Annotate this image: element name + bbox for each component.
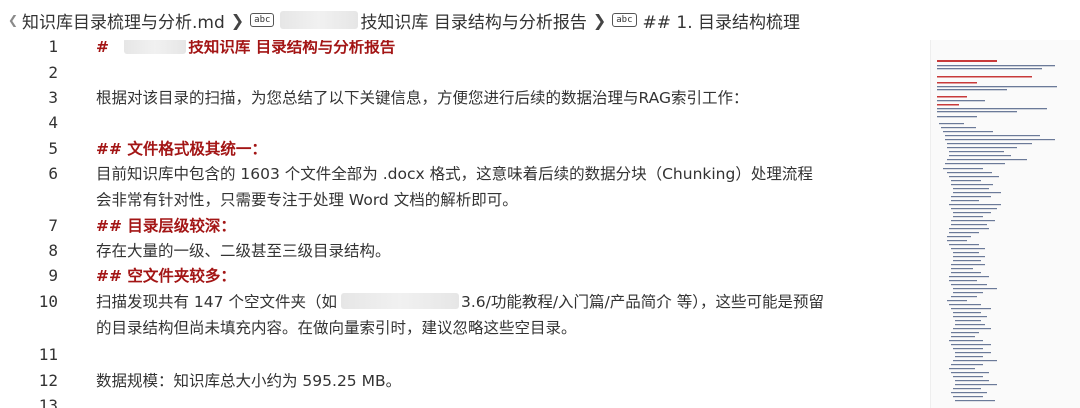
breadcrumb-separator-icon: ❯ [230,10,245,30]
line-text: ## 空文件夹较多： [96,267,236,285]
line-text-continuation: 会非常有针对性，只需要专注于处理 Word 文档的解析即可。 [96,191,518,209]
line-number: 10 [38,292,58,311]
line-text-continuation: 的目录结构但尚未填充内容。在做向量索引时，建议忽略这些空目录。 [96,319,577,337]
line-number: 2 [48,63,58,82]
editor-line[interactable]: 10 扫描发现共有 147 个空文件夹（如 3.6/功能教程/入门篇/产品简介 等… [0,289,930,315]
redacted-text [280,11,359,29]
minimap[interactable] [930,40,1080,408]
breadcrumb-file-label: 知识库目录梳理与分析.md [22,12,225,33]
breadcrumb-separator-icon: ❯ [592,10,607,30]
editor-line[interactable]: 8 存在大量的一级、二级甚至三级目录结构。 [0,238,930,264]
minimap-headings [937,60,1032,106]
line-text: # 技知识库 目录结构与分析报告 [96,40,395,60]
editor-line[interactable]: 6 目前知识库中包含的 1603 个文件全部为 .docx 格式，这意味着后续的… [0,161,930,187]
editor[interactable]: 1 # 技知识库 目录结构与分析报告 2 3 根据对该目录的扫描，为您总结了以下… [0,40,930,408]
line-text: 目前知识库中包含的 1603 个文件全部为 .docx 格式，这意味着后续的数据… [96,165,813,183]
line-number: 7 [48,216,58,235]
editor-line[interactable]: 13 [0,393,930,408]
editor-line[interactable]: 7 ## 目录层级较深： [0,213,930,239]
breadcrumb: ❮ 知识库目录梳理与分析.md ❯ abc 技知识库 目录结构与分析报告 ❯ a… [0,0,1080,40]
line-text-part: 3.6/功能教程/入门篇/产品简介 等），这些可能是预留 [460,293,824,311]
breadcrumb-heading-1[interactable]: abc 技知识库 目录结构与分析报告 [250,8,587,33]
line-number: 8 [48,241,58,260]
breadcrumb-heading-1-label: 技知识库 目录结构与分析报告 [360,12,587,33]
line-text: ## 目录层级较深： [96,217,236,235]
heading-text: 技知识库 目录结构与分析报告 [188,40,396,56]
chevron-down-icon[interactable]: ❮ [8,13,22,27]
line-number: 13 [38,396,58,408]
line-number: 3 [48,88,58,107]
abc-icon: abc [612,13,637,27]
line-number: 11 [38,345,58,364]
editor-line-wrap[interactable]: 的目录结构但尚未填充内容。在做向量索引时，建议忽略这些空目录。 [0,315,930,341]
breadcrumb-heading-2-label: ## 1. 目录结构梳理 [642,12,801,33]
line-text: 根据对该目录的扫描，为您总结了以下关键信息，方便您进行后续的数据治理与RAG索引… [96,89,749,107]
line-text: 扫描发现共有 147 个空文件夹（如 3.6/功能教程/入门篇/产品简介 等），这… [96,289,824,315]
line-text: ## 文件格式极其统一： [96,140,267,158]
redacted-text [340,293,459,309]
editor-line[interactable]: 12 数据规模：知识库总大小约为 595.25 MB。 [0,368,930,394]
editor-line[interactable]: 3 根据对该目录的扫描，为您总结了以下关键信息，方便您进行后续的数据治理与RAG… [0,85,930,111]
editor-line[interactable]: 2 [0,60,930,86]
editor-line[interactable]: 5 ## 文件格式极其统一： [0,136,930,162]
editor-line-wrap[interactable]: 会非常有针对性，只需要专注于处理 Word 文档的解析即可。 [0,187,930,213]
breadcrumb-file[interactable]: 知识库目录梳理与分析.md [22,8,225,33]
line-text: 存在大量的一级、二级甚至三级目录结构。 [96,242,391,260]
editor-line[interactable]: 9 ## 空文件夹较多： [0,263,930,289]
editor-line[interactable]: 1 # 技知识库 目录结构与分析报告 [0,40,930,60]
heading-marker: # [96,40,109,56]
minimap-text-lines [937,65,1057,402]
line-number: 12 [38,371,58,390]
editor-line[interactable]: 11 [0,342,930,368]
breadcrumb-heading-2[interactable]: abc ## 1. 目录结构梳理 [612,8,800,33]
line-number: 1 [48,40,58,56]
line-text: 数据规模：知识库总大小约为 595.25 MB。 [96,372,402,390]
line-number: 6 [48,164,58,183]
line-number: 5 [48,139,58,158]
minimap-preview [937,60,1057,402]
line-number: 9 [48,266,58,285]
redacted-text [124,40,187,54]
line-text-part: 扫描发现共有 147 个空文件夹（如 [96,293,337,311]
editor-line[interactable]: 4 [0,110,930,136]
abc-icon: abc [250,13,275,27]
line-number: 4 [48,113,58,132]
